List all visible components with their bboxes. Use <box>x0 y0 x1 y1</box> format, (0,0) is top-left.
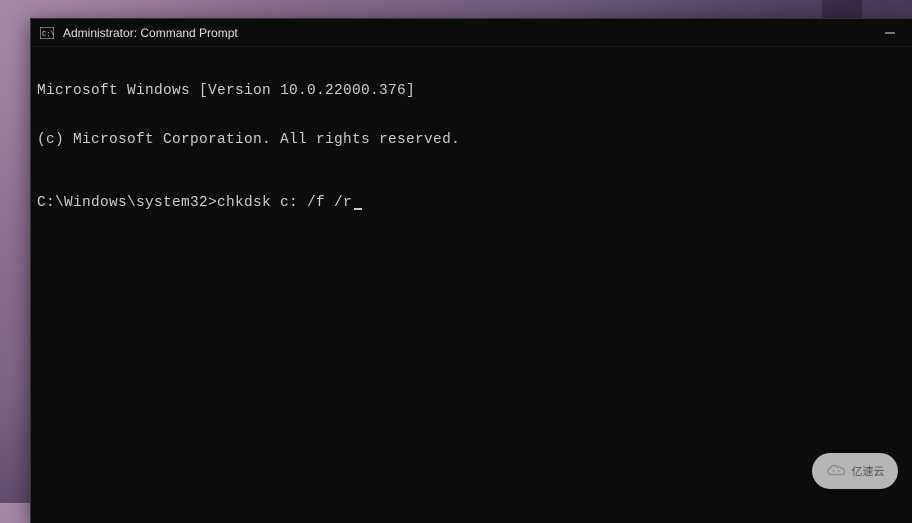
window-controls <box>868 19 912 46</box>
svg-text:C:\: C:\ <box>42 31 54 39</box>
prompt-line: C:\Windows\system32>chkdsk c: /f /r <box>37 195 906 211</box>
watermark-badge: 亿速云 <box>812 453 898 489</box>
cmd-icon: C:\ <box>39 25 55 41</box>
window-title: Administrator: Command Prompt <box>63 26 868 40</box>
text-cursor <box>354 208 362 210</box>
command-text: chkdsk c: /f /r <box>217 195 352 211</box>
version-line: Microsoft Windows [Version 10.0.22000.37… <box>37 83 906 99</box>
minimize-button[interactable] <box>868 19 912 46</box>
prompt-text: C:\Windows\system32> <box>37 195 217 211</box>
watermark-text: 亿速云 <box>852 463 885 479</box>
cloud-icon <box>826 463 848 479</box>
terminal-output[interactable]: Microsoft Windows [Version 10.0.22000.37… <box>31 47 912 523</box>
command-prompt-window: C:\ Administrator: Command Prompt Micros… <box>30 18 912 523</box>
copyright-line: (c) Microsoft Corporation. All rights re… <box>37 132 906 148</box>
titlebar[interactable]: C:\ Administrator: Command Prompt <box>31 19 912 47</box>
